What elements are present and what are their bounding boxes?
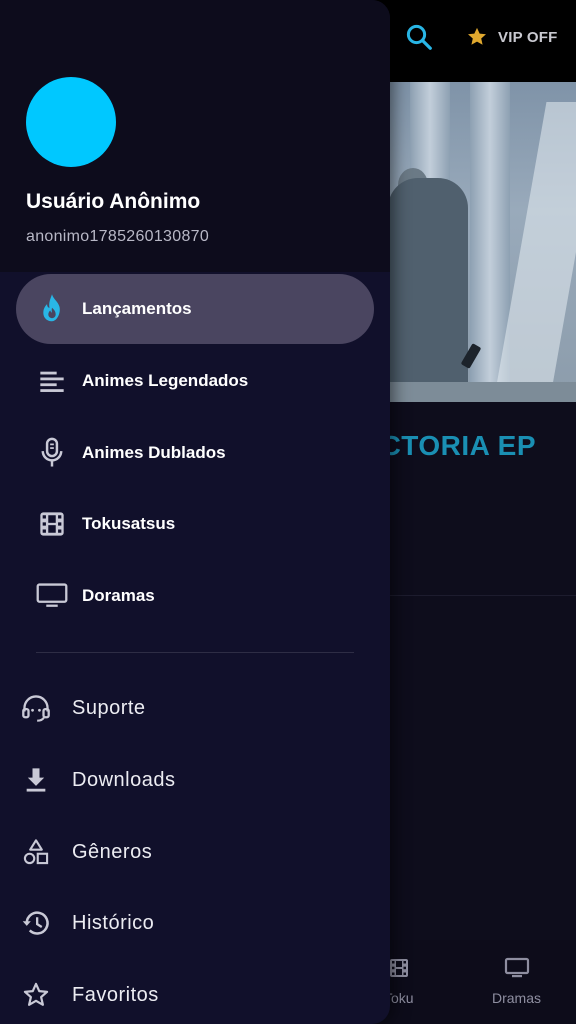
tv-icon: [36, 580, 68, 612]
drawer-item-generos[interactable]: Gêneros: [0, 822, 390, 882]
drawer-item-tokusatsus[interactable]: Tokusatsus: [16, 489, 374, 559]
drawer-item-label: Tokusatsus: [82, 514, 176, 533]
user-id: anonimo1785260130870: [26, 228, 210, 245]
vip-status-label: VIP OFF: [498, 28, 558, 46]
drawer-item-favoritos[interactable]: Favoritos: [0, 965, 390, 1024]
drawer-item-suporte[interactable]: Suporte: [0, 678, 390, 738]
drawer-item-label: Downloads: [72, 768, 176, 791]
drawer-item-lancamentos[interactable]: Lançamentos: [16, 274, 374, 344]
headset-icon: [20, 692, 52, 724]
film-icon: [387, 956, 411, 980]
vip-status-button[interactable]: VIP OFF: [466, 24, 557, 50]
drawer-item-label: Animes Dublados: [82, 443, 226, 462]
list-icon: [36, 365, 68, 397]
drawer-item-label: Favoritos: [72, 983, 159, 1006]
drawer-header: Usuário Anônimo anonimo1785260130870: [0, 0, 390, 272]
microphone-icon: [36, 437, 68, 469]
drawer-item-label: Doramas: [82, 586, 155, 605]
app-screen: VIP OFF CTORIA EP Toku Dramas Usuário An…: [0, 0, 576, 1024]
bottom-nav-dramas[interactable]: Dramas: [492, 956, 541, 1006]
drawer-item-label: Animes Legendados: [82, 371, 249, 390]
history-icon: [20, 907, 52, 939]
fire-icon: [36, 293, 68, 325]
user-name: Usuário Anônimo: [26, 190, 201, 213]
drawer-item-animes-dublados[interactable]: Animes Dublados: [16, 418, 374, 488]
star-icon: [466, 26, 488, 48]
drawer-item-downloads[interactable]: Downloads: [0, 750, 390, 810]
tv-icon: [504, 956, 530, 980]
bottom-nav-label: Dramas: [492, 990, 542, 1006]
drawer-item-doramas[interactable]: Doramas: [16, 561, 374, 631]
download-icon: [20, 764, 52, 796]
shapes-icon: [20, 836, 52, 868]
film-icon: [36, 508, 68, 540]
drawer-item-label: Lançamentos: [82, 299, 192, 318]
avatar[interactable]: [26, 77, 116, 167]
navigation-drawer: Usuário Anônimo anonimo1785260130870 Lan…: [0, 0, 390, 1024]
drawer-item-label: Gêneros: [72, 840, 153, 863]
drawer-divider: [36, 652, 354, 653]
drawer-item-animes-legendados[interactable]: Animes Legendados: [16, 346, 374, 416]
star-icon: [20, 979, 52, 1011]
drawer-item-label: Histórico: [72, 911, 155, 934]
drawer-item-historico[interactable]: Histórico: [0, 893, 390, 953]
search-icon[interactable]: [404, 22, 434, 52]
drawer-item-label: Suporte: [72, 696, 146, 719]
